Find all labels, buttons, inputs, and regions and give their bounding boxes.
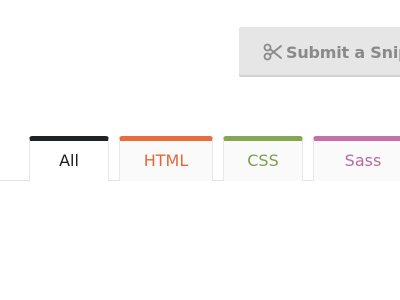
tab-all[interactable]: All bbox=[29, 136, 109, 182]
tab-css[interactable]: CSS bbox=[223, 136, 303, 181]
tab-sass-label: Sass bbox=[344, 151, 382, 170]
page: Submit a Snippet All HTML CSS Sass bbox=[0, 0, 400, 300]
submit-snippet-label: Submit a Snippet bbox=[286, 42, 400, 62]
tab-sass[interactable]: Sass bbox=[313, 136, 400, 181]
scissors-icon bbox=[263, 43, 283, 61]
tab-html[interactable]: HTML bbox=[119, 136, 213, 181]
submit-snippet-button[interactable]: Submit a Snippet bbox=[239, 27, 400, 77]
tab-all-label: All bbox=[59, 151, 79, 170]
tab-css-label: CSS bbox=[247, 151, 279, 170]
tab-html-label: HTML bbox=[143, 151, 189, 170]
